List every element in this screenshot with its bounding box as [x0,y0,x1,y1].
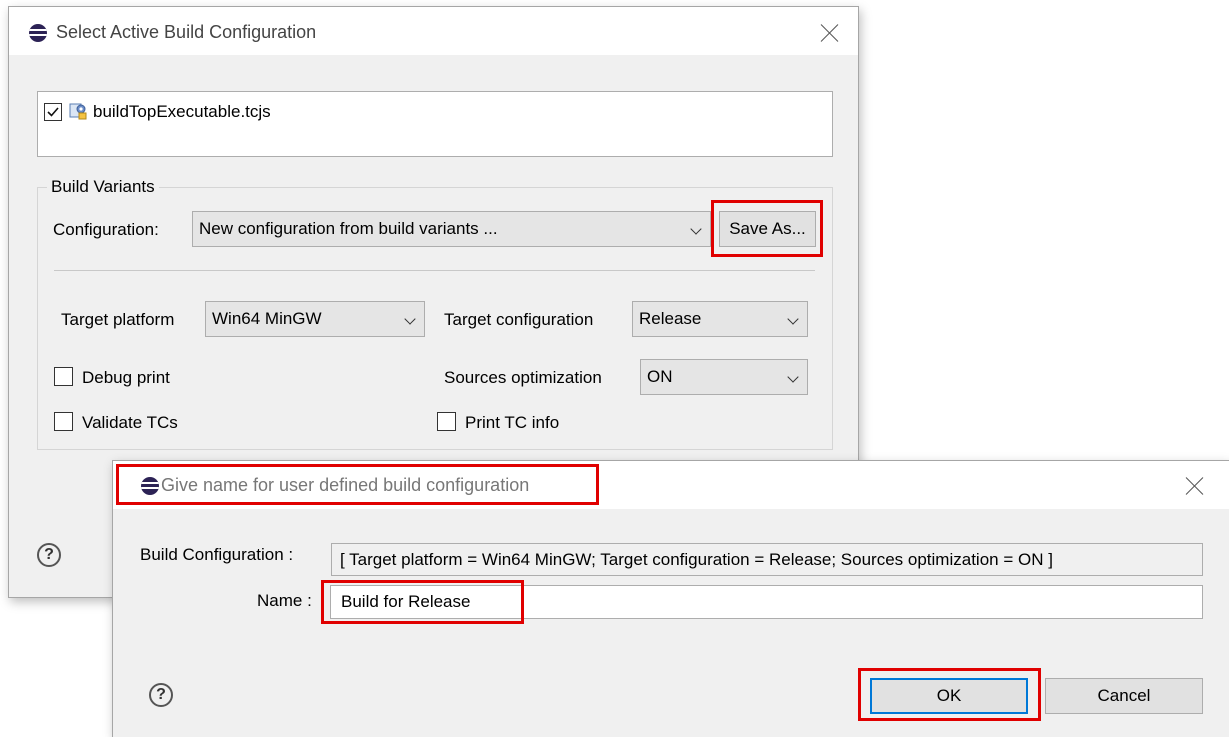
validate-tcs-checkbox[interactable] [54,412,73,431]
print-tc-info-checkbox[interactable] [437,412,456,431]
save-as-label: Save As... [729,219,806,238]
help-icon[interactable]: ? [149,683,173,707]
sources-optimization-combo[interactable]: ON [640,359,808,395]
file-list: buildTopExecutable.tcjs [37,91,833,157]
validate-tcs-label: Validate TCs [82,413,178,432]
debug-print-checkbox[interactable] [54,367,73,386]
chevron-down-icon [787,371,799,383]
ok-label: OK [936,686,962,705]
save-as-button[interactable]: Save As... [719,211,816,247]
name-dialog-title: Give name for user defined build configu… [161,475,530,495]
cancel-button[interactable]: Cancel [1045,678,1203,714]
cancel-label: Cancel [1097,686,1151,705]
build-configuration-label: Build Configuration : [140,545,294,564]
ok-button[interactable]: OK [870,678,1028,714]
name-title-bar: Give name for user defined build configu… [113,461,1229,509]
configuration-value: New configuration from build variants ..… [199,219,498,238]
file-checkbox[interactable] [44,103,62,121]
eclipse-icon [141,477,159,495]
chevron-down-icon [787,313,799,325]
eclipse-icon [29,24,47,42]
main-title-bar: Select Active Build Configuration [9,7,858,55]
configuration-combo[interactable]: New configuration from build variants ..… [192,211,711,247]
target-configuration-combo[interactable]: Release [632,301,808,337]
name-label: Name : [257,591,312,610]
target-platform-label: Target platform [61,310,175,329]
close-icon[interactable] [820,23,840,43]
configuration-label: Configuration: [53,220,159,239]
build-variants-label: Build Variants [47,177,159,197]
separator [54,270,815,271]
name-config-dialog: Give name for user defined build configu… [112,460,1229,737]
build-file-icon [69,101,89,121]
help-icon[interactable]: ? [37,543,61,567]
sources-optimization-label: Sources optimization [444,368,602,387]
build-configuration-value: [ Target platform = Win64 MinGW; Target … [340,550,1053,569]
name-input-value: Build for Release [341,592,471,611]
file-item-label[interactable]: buildTopExecutable.tcjs [93,102,271,122]
close-icon[interactable] [1185,476,1205,496]
build-configuration-field: [ Target platform = Win64 MinGW; Target … [331,543,1203,576]
target-configuration-label: Target configuration [444,310,594,329]
debug-print-label: Debug print [82,368,170,387]
main-dialog-title: Select Active Build Configuration [56,22,317,42]
print-tc-info-label: Print TC info [465,413,560,432]
chevron-down-icon [690,223,702,235]
sources-optimization-value: ON [647,367,673,386]
target-platform-value: Win64 MinGW [212,309,322,328]
target-configuration-value: Release [639,309,702,328]
name-input[interactable]: Build for Release [330,585,1203,619]
target-platform-combo[interactable]: Win64 MinGW [205,301,425,337]
chevron-down-icon [404,313,416,325]
